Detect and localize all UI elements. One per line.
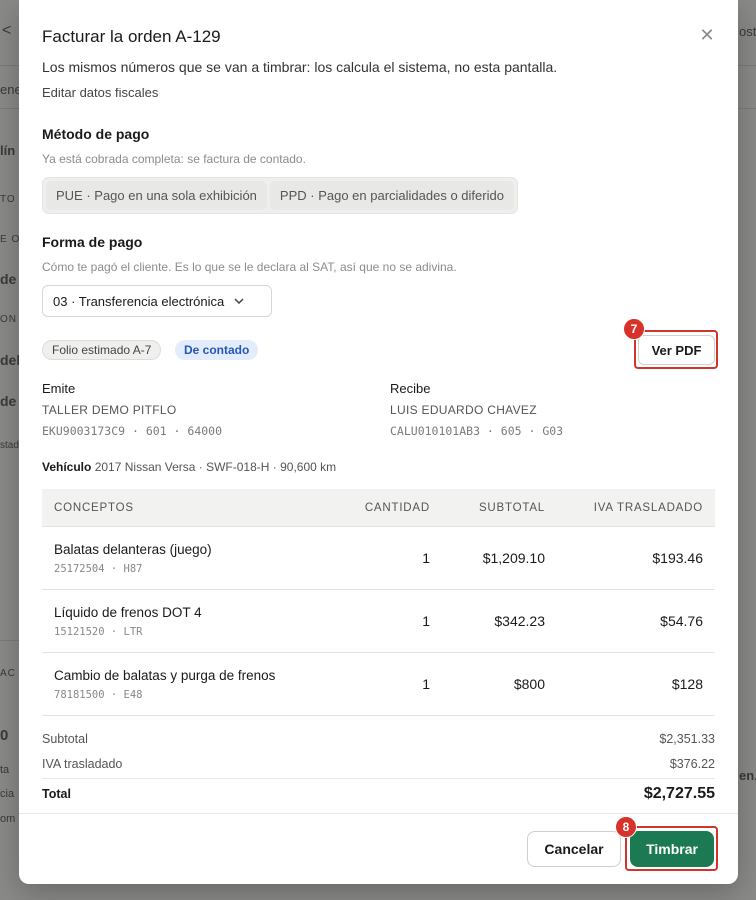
receiver-ids: CALU010101AB3 · 605 · G03 (390, 424, 564, 438)
concept-qty: 1 (422, 613, 430, 629)
bg-fragment: en. (739, 768, 756, 783)
receiver-label: Recibe (390, 381, 431, 396)
total-label: Total (42, 787, 71, 801)
concept-name: Cambio de balatas y purga de frenos (54, 667, 276, 683)
modal-title: Facturar la orden A-129 (42, 27, 221, 46)
chevron-down-icon (234, 296, 244, 307)
issuer-name: TALLER DEMO PITFLO (42, 403, 177, 417)
bg-fragment: 0 (0, 727, 9, 744)
stamp-button[interactable]: Timbrar (630, 831, 714, 867)
concept-qty: 1 (422, 550, 430, 566)
table-row: Líquido de frenos DOT 4 15121520 · LTR 1… (42, 590, 715, 653)
bg-fragment: TO (0, 194, 16, 205)
concepts-table: CONCEPTOS CANTIDAD SUBTOTAL IVA TRASLADA… (42, 489, 715, 716)
iva-label: IVA trasladado (42, 757, 123, 771)
totals-divider (42, 778, 715, 779)
bg-fragment: lín (0, 143, 16, 158)
total-row: Total $2,727.55 (42, 785, 715, 803)
bg-fragment: ost (739, 24, 756, 39)
bg-fragment: AC (0, 668, 16, 679)
table-row: Cambio de balatas y purga de frenos 7818… (42, 653, 715, 716)
concept-subtotal: $800 (513, 676, 545, 692)
header-concepts: CONCEPTOS (54, 501, 134, 514)
table-header: CONCEPTOS CANTIDAD SUBTOTAL IVA TRASLADA… (42, 489, 715, 527)
step-badge-8: 8 (615, 816, 637, 838)
payment-status-badge: De contado (175, 340, 259, 360)
iva-value: $376.22 (669, 757, 715, 771)
edit-fiscal-data-label: Editar datos fiscales (42, 88, 159, 100)
iva-row: IVA trasladado $376.22 (42, 757, 715, 771)
header-iva: IVA TRASLADADO (593, 501, 703, 514)
vehicle-value: 2017 Nissan Versa · SWF-018-H · 90,600 k… (94, 460, 337, 474)
close-icon[interactable]: ✕ (698, 26, 716, 44)
edit-fiscal-data-link[interactable]: Editar datos fiscales (42, 88, 158, 102)
issuer-ids: EKU9003173C9 · 601 · 64000 (42, 424, 223, 438)
invoice-modal: Facturar la orden A-129 ✕ Los mismos núm… (19, 0, 738, 884)
payment-form-title: Forma de pago (42, 234, 143, 250)
issuer-label: Emite (42, 381, 76, 396)
cancel-button[interactable]: Cancelar (527, 831, 621, 867)
vehicle-info: Vehículo 2017 Nissan Versa · SWF-018-H ·… (42, 460, 336, 474)
bg-fragment: om (0, 813, 16, 825)
step-badge-7: 7 (623, 318, 645, 340)
payment-method-segmented: PUE · Pago en una sola exhibición PPD · … (42, 177, 518, 214)
concept-iva: $193.46 (652, 550, 703, 566)
back-chevron-icon: < (2, 22, 12, 39)
folio-badge: Folio estimado A-7 (42, 340, 162, 360)
concept-iva: $128 (671, 676, 703, 692)
total-value: $2,727.55 (643, 785, 715, 802)
concept-subtotal: $1,209.10 (482, 550, 545, 566)
bg-fragment: stad (0, 440, 19, 451)
concept-name: Líquido de frenos DOT 4 (54, 604, 202, 620)
header-subtotal: SUBTOTAL (478, 501, 545, 514)
footer-divider (19, 813, 738, 814)
payment-method-help: Ya está cobrada completa: se factura de … (42, 152, 306, 166)
concept-code: 15121520 · LTR (54, 625, 143, 638)
concept-subtotal: $342.23 (494, 613, 545, 629)
header-quantity: CANTIDAD (364, 501, 430, 514)
subtotal-label: Subtotal (42, 732, 88, 746)
concept-code: 78181500 · E48 (54, 688, 143, 701)
view-pdf-button[interactable]: Ver PDF (638, 335, 715, 365)
bg-fragment: E O (0, 234, 21, 245)
payment-method-pue[interactable]: PUE · Pago en una sola exhibición (46, 181, 267, 210)
concept-name: Balatas delanteras (juego) (54, 541, 212, 557)
concept-qty: 1 (422, 676, 430, 692)
bg-fragment: cia (0, 788, 15, 800)
bg-fragment: de (0, 393, 17, 409)
payment-form-select[interactable]: 03 · Transferencia electrónica (42, 285, 272, 317)
modal-subtitle: Los mismos números que se van a timbrar:… (42, 59, 558, 75)
bg-fragment: ta (0, 764, 10, 776)
table-row: Balatas delanteras (juego) 25172504 · H8… (42, 527, 715, 590)
vehicle-label: Vehículo (42, 460, 92, 474)
concept-code: 25172504 · H87 (54, 562, 143, 575)
subtotal-row: Subtotal $2,351.33 (42, 732, 715, 746)
bg-fragment: de (0, 271, 17, 287)
payment-form-value: 03 · Transferencia electrónica (53, 293, 225, 309)
concept-iva: $54.76 (660, 613, 703, 629)
payment-method-ppd[interactable]: PPD · Pago en parcialidades o diferido (269, 181, 514, 210)
bg-fragment: ON (0, 314, 17, 325)
payment-method-title: Método de pago (42, 126, 150, 142)
subtotal-value: $2,351.33 (659, 732, 715, 746)
receiver-name: LUIS EDUARDO CHAVEZ (390, 403, 537, 417)
payment-form-help: Cómo te pagó el cliente. Es lo que se le… (42, 260, 457, 274)
